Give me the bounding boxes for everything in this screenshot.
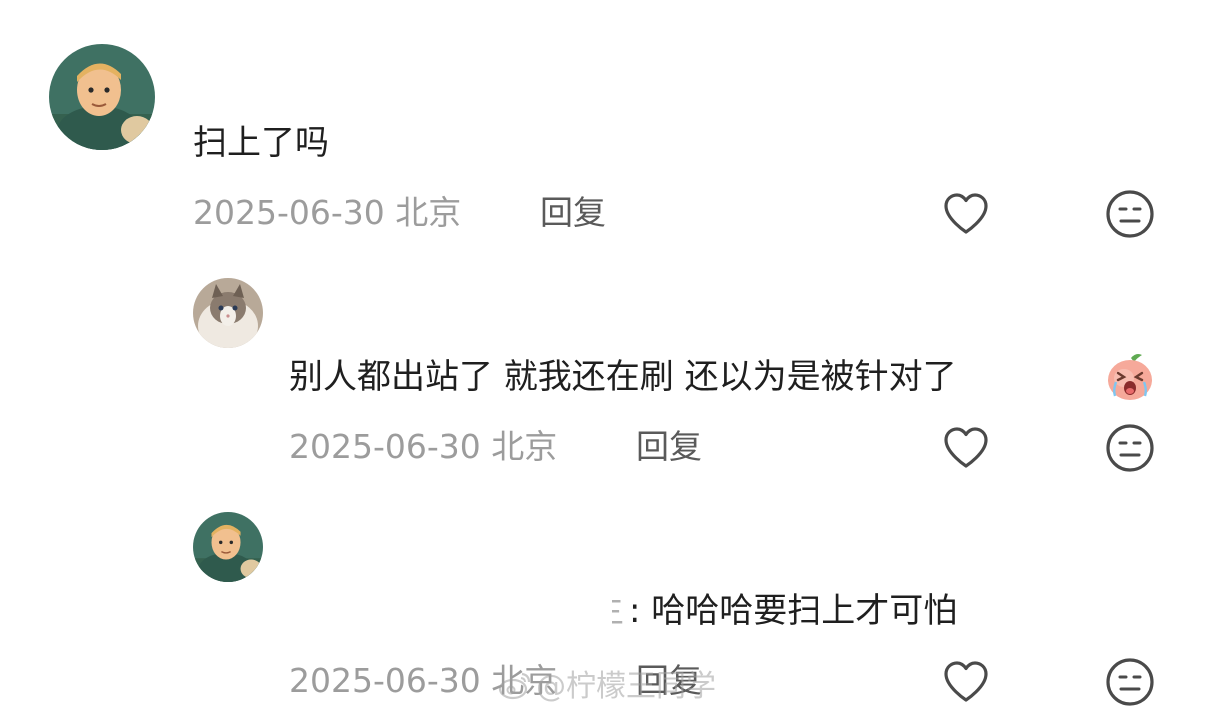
crying-peach-emoji	[1104, 350, 1156, 402]
cartoon-man-avatar-image	[49, 44, 155, 150]
dislike-button[interactable]	[1104, 656, 1156, 708]
reply-text: : 哈哈哈要扫上才可怕	[629, 591, 958, 631]
like-button[interactable]	[940, 188, 992, 240]
comment-text: 扫上了吗	[193, 123, 329, 163]
meh-face-icon	[1106, 658, 1154, 706]
avatar-cat[interactable]	[193, 278, 263, 348]
dislike-button[interactable]	[1104, 188, 1156, 240]
heart-icon	[944, 427, 988, 468]
like-button[interactable]	[940, 656, 992, 708]
reply-text: 别人都出站了 就我还在刷 还以为是被针对了	[289, 357, 957, 397]
ragdoll-cat-avatar-image	[193, 278, 263, 348]
like-button[interactable]	[940, 422, 992, 474]
comment-date-location: 2025-06-30 北京	[193, 193, 462, 232]
reply-button[interactable]: 回复	[540, 196, 606, 229]
avatar-cartoon-man[interactable]	[49, 44, 155, 150]
weibo-logo-icon	[498, 670, 532, 700]
avatar-cartoon-man[interactable]	[193, 512, 263, 582]
watermark-text: @柠檬王同学	[536, 669, 716, 704]
meh-face-icon	[1106, 190, 1154, 238]
reply-to-username-char: 主	[612, 594, 624, 628]
meh-face-icon	[1106, 424, 1154, 472]
reply-button[interactable]: 回复	[636, 430, 702, 463]
dislike-button[interactable]	[1104, 422, 1156, 474]
cartoon-man-avatar-image	[193, 512, 263, 582]
heart-icon	[944, 661, 988, 702]
reply-date-location: 2025-06-30 北京	[289, 427, 558, 466]
reply-to-username-partial[interactable]: 主	[612, 594, 624, 628]
heart-icon	[944, 193, 988, 234]
